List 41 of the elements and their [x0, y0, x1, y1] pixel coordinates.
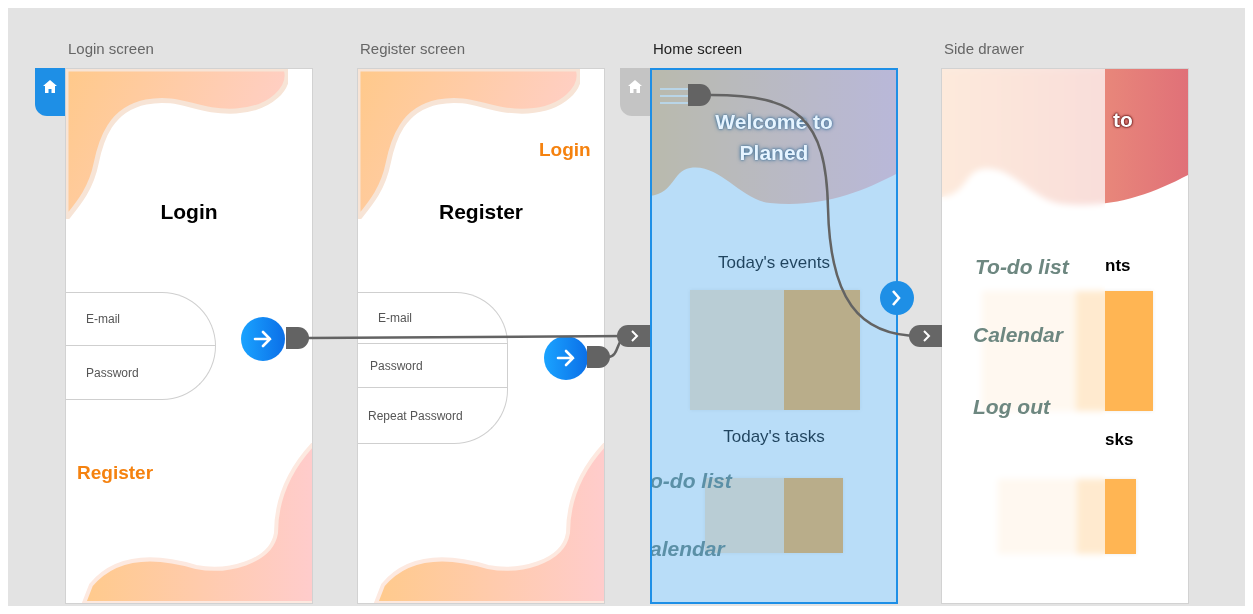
drawer-item[interactable]: Calendar: [973, 323, 1063, 347]
home-icon: [43, 80, 57, 93]
section-heading: Today's tasks: [722, 427, 826, 447]
section-heading: sks: [1105, 430, 1134, 450]
drawer-item[interactable]: alendar: [650, 537, 725, 561]
next-button[interactable]: [241, 317, 285, 361]
welcome-heading: to: [1113, 108, 1133, 132]
drawer-item[interactable]: o-do list: [650, 469, 732, 493]
text-field[interactable]: E-mail: [358, 292, 508, 344]
next-button[interactable]: [544, 336, 588, 380]
arrow-icon: [555, 347, 577, 369]
chevron-tab-icon[interactable]: [909, 325, 942, 347]
arrow-icon: [252, 328, 274, 350]
connector-handle[interactable]: [587, 346, 610, 368]
section-heading: Today's events: [717, 253, 831, 273]
artboard-label[interactable]: Home screen: [653, 38, 898, 68]
text-field[interactable]: Password: [358, 344, 508, 388]
artboard-label[interactable]: Register screen: [360, 38, 605, 68]
artboard[interactable]: Login Register E-mail Password Repeat Password: [357, 68, 605, 604]
artboard-label[interactable]: Side drawer: [944, 38, 1189, 68]
chevron-button[interactable]: [880, 281, 914, 315]
login-link[interactable]: Login: [539, 139, 591, 161]
screen-title: Register: [438, 200, 524, 224]
artboard[interactable]: Welcome to Planed Today's events Today's tasks o-do list alendar: [650, 68, 898, 604]
section-heading: nts: [1105, 256, 1131, 276]
connector-handle[interactable]: [286, 327, 309, 349]
artboard[interactable]: Login E-mail Password Register: [65, 68, 313, 604]
artboard[interactable]: to nts sks To-do list Calendar Log out: [941, 68, 1189, 604]
connector-handle[interactable]: [688, 84, 711, 106]
chevron-tab-icon[interactable]: [617, 325, 650, 347]
artboard-label[interactable]: Login screen: [68, 38, 313, 68]
home-tab[interactable]: [35, 68, 65, 116]
text-field[interactable]: Password: [66, 346, 216, 400]
screen-title: Login: [159, 200, 219, 224]
text-field[interactable]: E-mail: [66, 292, 216, 346]
drawer-item[interactable]: To-do list: [975, 255, 1069, 279]
home-icon: [628, 80, 642, 93]
text-field[interactable]: Repeat Password: [358, 388, 508, 444]
register-link[interactable]: Register: [77, 462, 154, 484]
welcome-heading: Welcome to Planed: [714, 109, 834, 166]
drawer-item[interactable]: Log out: [973, 395, 1050, 419]
